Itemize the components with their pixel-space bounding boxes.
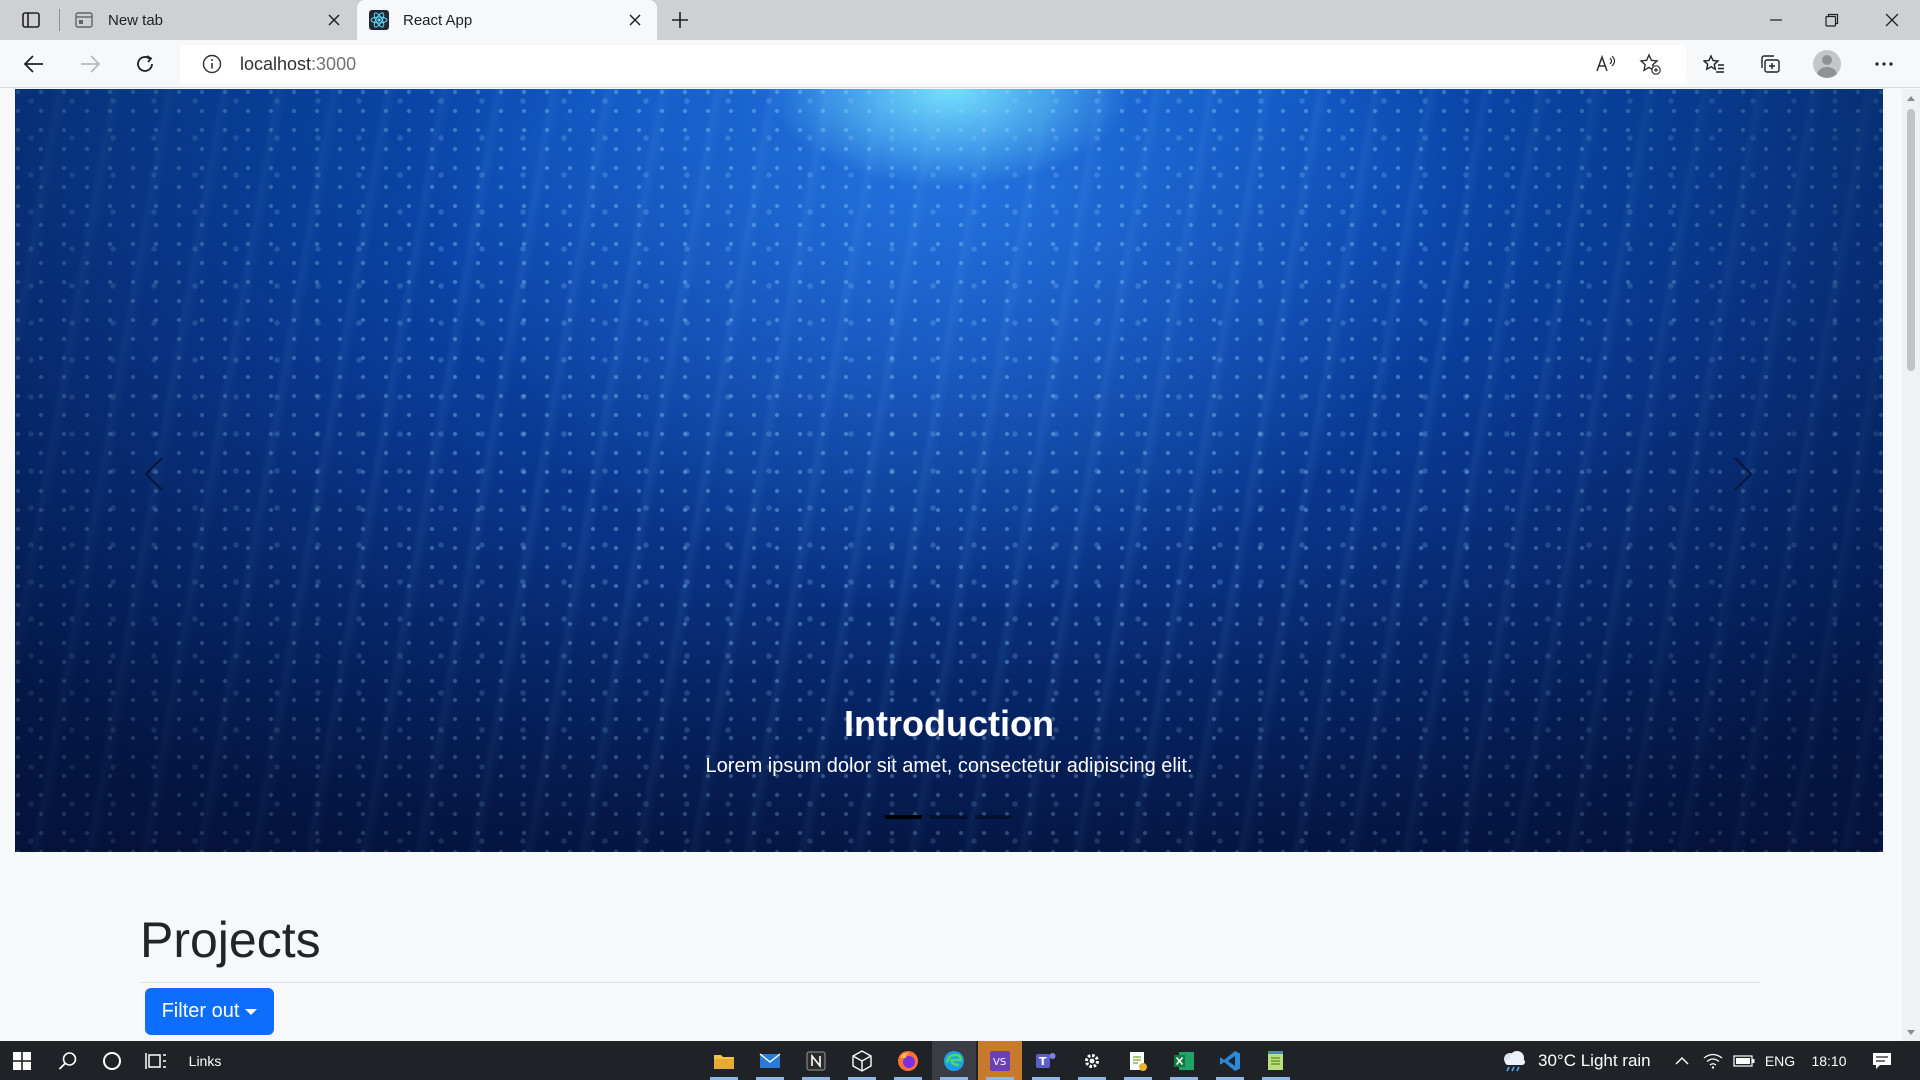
vscode-icon[interactable]	[1208, 1041, 1252, 1080]
links-toolbar[interactable]: Links	[180, 1041, 230, 1080]
carousel-caption-text: Lorem ipsum dolor sit amet, consectetur …	[705, 755, 1193, 777]
tab-title: New tab	[108, 11, 164, 29]
mail-icon[interactable]	[748, 1041, 792, 1080]
dropdown-caret-icon	[245, 1008, 258, 1015]
avatar	[1813, 50, 1841, 78]
browser-titlebar: New tab React App	[0, 0, 1920, 40]
page-scrollbar[interactable]	[1902, 89, 1920, 1041]
section-divider	[140, 982, 1760, 983]
clock[interactable]: 18:10	[1804, 1041, 1854, 1080]
add-favorite-icon[interactable]	[1634, 49, 1666, 79]
input-language-indicator[interactable]: ENG	[1762, 1041, 1798, 1080]
svg-text:T: T	[1039, 1055, 1047, 1068]
svg-text:VS: VS	[993, 1057, 1006, 1068]
tab-separator	[59, 9, 60, 31]
battery-icon[interactable]	[1730, 1041, 1758, 1080]
scroll-up-arrow-icon[interactable]	[1906, 93, 1916, 103]
task-view-icon[interactable]	[134, 1041, 178, 1080]
links-label: Links	[188, 1052, 222, 1069]
url-port: :3000	[311, 53, 357, 74]
refresh-icon[interactable]	[127, 48, 163, 80]
react-logo-icon	[369, 10, 389, 30]
notifications-icon[interactable]	[1862, 1041, 1902, 1080]
windows-taskbar: Links VS T 30°C Light rain ENG 18:10	[0, 1041, 1920, 1080]
search-icon[interactable]	[46, 1041, 90, 1080]
language-label: ENG	[1764, 1052, 1796, 1069]
show-hidden-icons-chevron-icon[interactable]	[1670, 1041, 1694, 1080]
address-bar[interactable]: localhost:3000	[180, 45, 1686, 83]
browser-toolbar: localhost:3000	[0, 40, 1920, 88]
tab-new-tab[interactable]: New tab	[62, 0, 356, 40]
close-window-icon[interactable]	[1864, 0, 1920, 40]
back-arrow-icon[interactable]	[16, 48, 52, 80]
firefox-icon[interactable]	[886, 1041, 930, 1080]
new-tab-page-icon	[74, 10, 94, 30]
tab-react-app[interactable]: React App	[357, 0, 657, 40]
clock-time: 18:10	[1811, 1052, 1847, 1069]
collections-icon[interactable]	[1752, 48, 1788, 80]
close-tab-icon[interactable]	[320, 6, 348, 34]
restore-icon[interactable]	[1804, 0, 1860, 40]
carousel-indicator-1[interactable]	[885, 815, 922, 819]
wifi-icon[interactable]	[1700, 1041, 1726, 1080]
excel-icon[interactable]	[1162, 1041, 1206, 1080]
filter-button-label: Filter out	[161, 1000, 240, 1022]
carousel-indicator-3[interactable]	[975, 815, 1012, 819]
scroll-down-arrow-icon[interactable]	[1906, 1027, 1916, 1037]
carousel-prev-icon[interactable]	[124, 449, 184, 499]
notion-icon[interactable]	[794, 1041, 838, 1080]
url-text: localhost:3000	[240, 54, 356, 75]
carousel-indicator-2[interactable]	[930, 815, 967, 819]
visual-studio-icon[interactable]: VS	[978, 1041, 1022, 1080]
weather-text: 30°C Light rain	[1538, 1050, 1651, 1070]
site-info-icon[interactable]	[200, 52, 224, 76]
favorites-icon[interactable]	[1696, 48, 1732, 80]
carousel-next-icon[interactable]	[1713, 449, 1773, 499]
settings-gear-icon[interactable]	[1070, 1041, 1114, 1080]
projects-heading: Projects	[140, 912, 321, 968]
scrollbar-thumb[interactable]	[1907, 109, 1915, 371]
file-explorer-icon[interactable]	[702, 1041, 746, 1080]
carousel-indicators	[885, 815, 1012, 819]
3d-viewer-icon[interactable]	[840, 1041, 884, 1080]
filter-out-dropdown-button[interactable]: Filter out	[145, 988, 274, 1035]
notepad-plus-icon[interactable]	[1116, 1041, 1160, 1080]
close-tab-icon[interactable]	[621, 6, 649, 34]
teams-icon[interactable]: T	[1024, 1041, 1068, 1080]
weather-cloud-rain-icon[interactable]	[1496, 1041, 1532, 1080]
more-menu-icon[interactable]	[1866, 48, 1902, 80]
edge-icon[interactable]	[932, 1041, 976, 1080]
hero-carousel: Introduction Lorem ipsum dolor sit amet,…	[15, 89, 1883, 852]
page-viewport: Introduction Lorem ipsum dolor sit amet,…	[0, 89, 1902, 1041]
new-tab-plus-icon[interactable]	[664, 6, 696, 34]
tab-title: React App	[403, 11, 473, 29]
notepad-icon[interactable]	[1254, 1041, 1298, 1080]
carousel-caption-title: Introduction	[844, 703, 1054, 744]
cortana-icon[interactable]	[90, 1041, 134, 1080]
profile-avatar[interactable]	[1809, 48, 1845, 80]
windows-start-icon[interactable]	[0, 1041, 44, 1080]
minimize-icon[interactable]	[1748, 0, 1804, 40]
weather-widget[interactable]: 30°C Light rain	[1538, 1041, 1666, 1080]
forward-arrow-icon[interactable]	[72, 48, 108, 80]
read-aloud-icon[interactable]	[1590, 49, 1622, 79]
url-host: localhost	[240, 53, 312, 74]
tab-actions-icon[interactable]	[14, 8, 48, 32]
